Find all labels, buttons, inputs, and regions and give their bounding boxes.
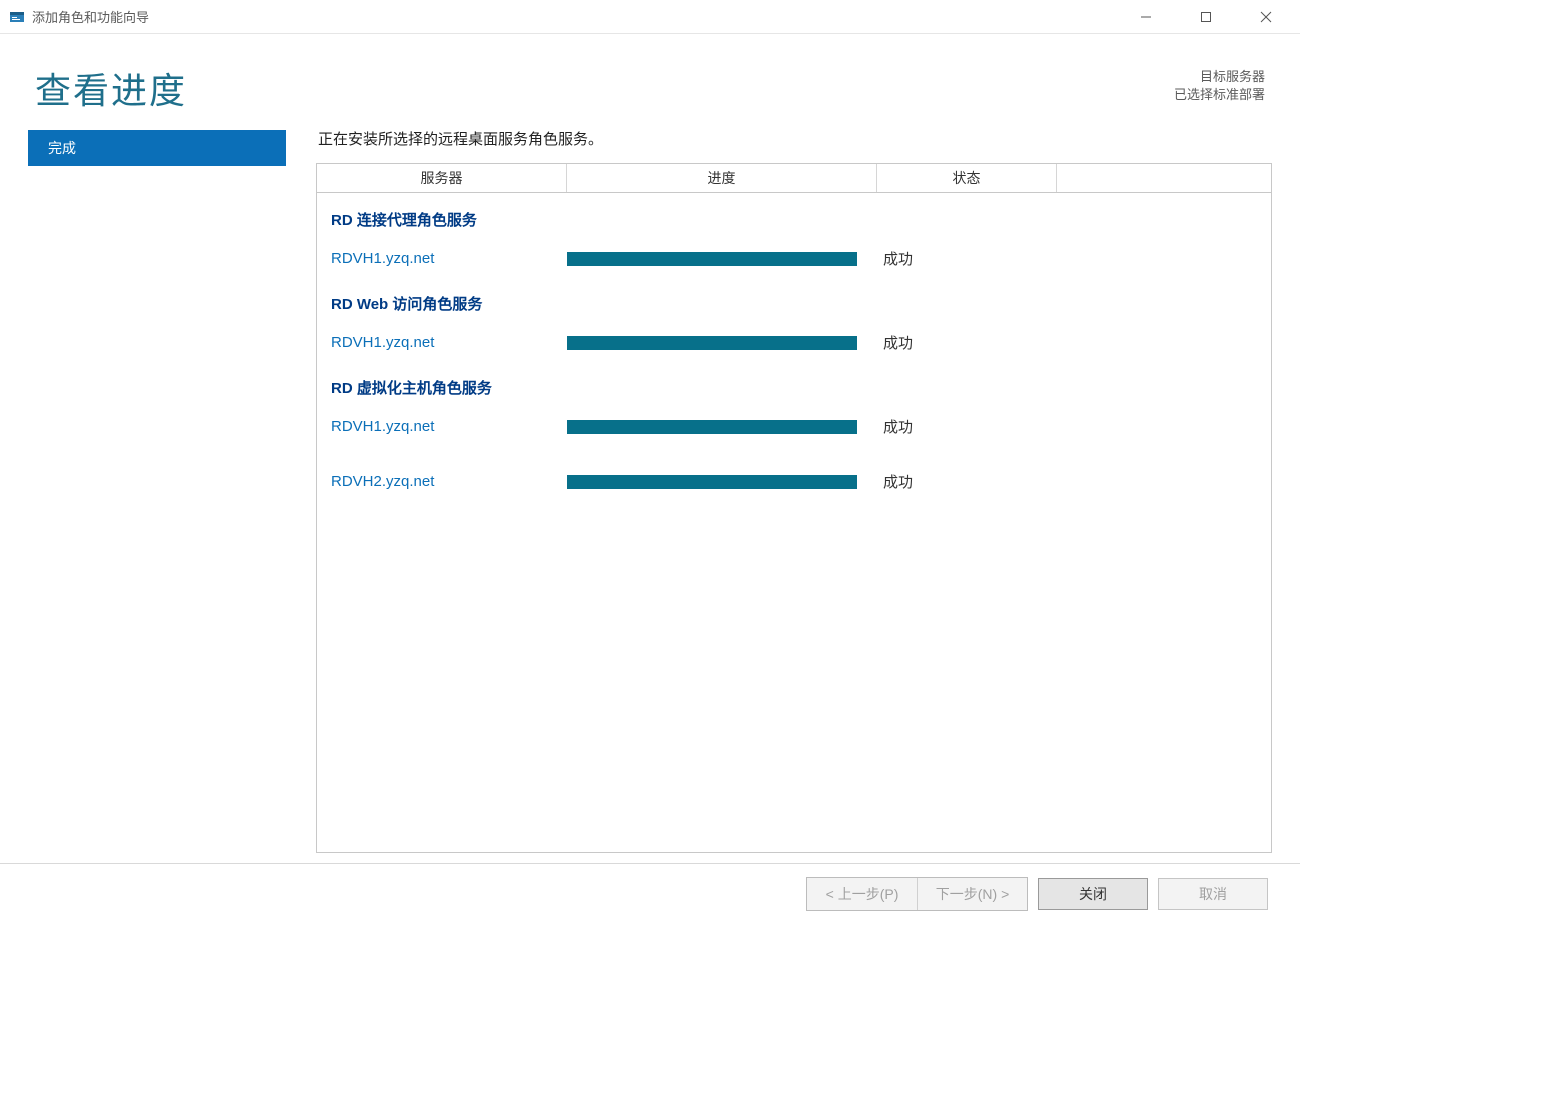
col-progress[interactable]: 进度 <box>567 164 877 192</box>
window-controls <box>1116 2 1296 32</box>
service-row: RDVH1.yzq.net 成功 <box>317 404 1271 443</box>
close-wizard-button[interactable]: 关闭 <box>1038 878 1148 910</box>
button-bar: < 上一步(P) 下一步(N) > 关闭 取消 <box>0 863 1300 923</box>
maximize-button[interactable] <box>1176 2 1236 32</box>
col-status[interactable]: 状态 <box>877 164 1057 192</box>
group-title: RD 虚拟化主机角色服务 <box>317 359 1271 404</box>
service-row: RDVH1.yzq.net 成功 <box>317 236 1271 275</box>
wizard-header: 查看进度 目标服务器 已选择标准部署 <box>0 34 1300 124</box>
progress-cell <box>567 252 877 266</box>
cancel-button: 取消 <box>1158 878 1268 910</box>
wizard-icon <box>8 8 26 26</box>
target-info: 目标服务器 已选择标准部署 <box>1174 62 1265 104</box>
server-name: RDVH1.yzq.net <box>317 250 567 267</box>
wizard-steps-sidebar: 完成 <box>28 124 286 853</box>
server-name: RDVH1.yzq.net <box>317 418 567 435</box>
status-text: 成功 <box>877 248 1057 269</box>
progress-cell <box>567 336 877 350</box>
server-name: RDVH2.yzq.net <box>317 473 567 490</box>
sidebar-item-complete[interactable]: 完成 <box>28 130 286 166</box>
progress-cell <box>567 475 877 489</box>
service-row: RDVH2.yzq.net 成功 <box>317 443 1271 498</box>
group-title: RD 连接代理角色服务 <box>317 197 1271 236</box>
col-spacer <box>1057 164 1271 192</box>
status-text: 成功 <box>877 416 1057 437</box>
status-text: 成功 <box>877 471 1057 492</box>
close-button[interactable] <box>1236 2 1296 32</box>
grid-body: RD 连接代理角色服务 RDVH1.yzq.net 成功 RD Web 访问角色… <box>317 193 1271 852</box>
next-button: 下一步(N) > <box>917 878 1027 910</box>
target-label: 目标服务器 <box>1174 68 1265 86</box>
progress-bar <box>567 420 857 434</box>
target-value: 已选择标准部署 <box>1174 86 1265 104</box>
titlebar: 添加角色和功能向导 <box>0 0 1300 34</box>
service-row: RDVH1.yzq.net 成功 <box>317 320 1271 359</box>
window-title: 添加角色和功能向导 <box>32 7 1116 26</box>
status-text: 成功 <box>877 332 1057 353</box>
minimize-button[interactable] <box>1116 2 1176 32</box>
page-title: 查看进度 <box>35 62 187 114</box>
progress-cell <box>567 420 877 434</box>
col-server[interactable]: 服务器 <box>317 164 567 192</box>
group-title: RD Web 访问角色服务 <box>317 275 1271 320</box>
server-name: RDVH1.yzq.net <box>317 334 567 351</box>
progress-grid: 服务器 进度 状态 RD 连接代理角色服务 RDVH1.yzq.net 成功 R… <box>316 163 1272 853</box>
prev-button: < 上一步(P) <box>807 878 917 910</box>
progress-bar <box>567 252 857 266</box>
progress-bar <box>567 475 857 489</box>
main-pane: 正在安装所选择的远程桌面服务角色服务。 服务器 进度 状态 RD 连接代理角色服… <box>286 124 1272 853</box>
grid-header: 服务器 进度 状态 <box>317 164 1271 193</box>
progress-bar <box>567 336 857 350</box>
instruction-text: 正在安装所选择的远程桌面服务角色服务。 <box>316 124 1272 163</box>
